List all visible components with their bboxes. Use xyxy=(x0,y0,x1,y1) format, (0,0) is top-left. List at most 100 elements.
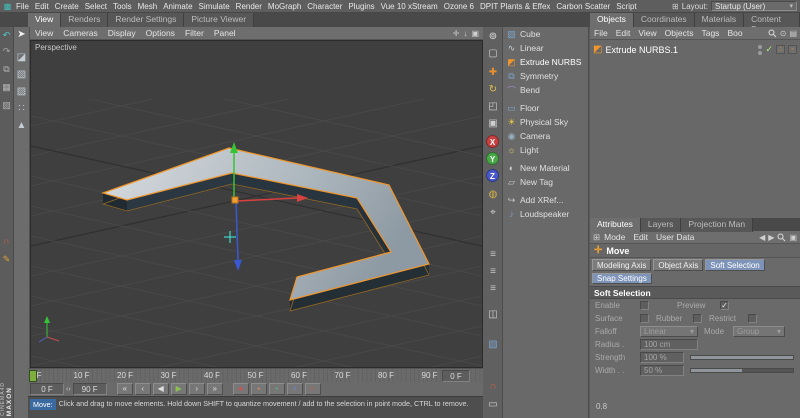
soft-selection-tab[interactable]: Soft Selection xyxy=(705,259,765,271)
tab-layers[interactable]: Layers xyxy=(640,218,682,232)
y-axis-lock-button[interactable]: Y xyxy=(486,152,499,165)
palette-item-floor[interactable]: ▭ Floor xyxy=(503,101,588,115)
model-mode-icon[interactable]: ▧ xyxy=(14,68,29,82)
rotate-tool-icon[interactable]: ↻ xyxy=(483,82,503,97)
keyframe-list-icon[interactable]: ≡ xyxy=(483,281,503,296)
attribute-menu-item[interactable]: Mode xyxy=(600,232,629,242)
goto-start-button[interactable]: « xyxy=(116,383,133,395)
record-position-button[interactable]: ▪ xyxy=(250,383,267,395)
object-name[interactable]: Extrude NURBS.1 xyxy=(605,45,678,55)
menu-item[interactable]: Plugins xyxy=(345,2,377,11)
object-manager-menu-item[interactable]: Boo xyxy=(723,28,746,38)
goto-end-button[interactable]: » xyxy=(206,383,223,395)
menu-item[interactable]: Create xyxy=(52,2,82,11)
tab-objects[interactable]: Objects xyxy=(590,13,634,27)
live-selection-icon[interactable]: ⊚ xyxy=(483,29,503,44)
scale-tool-icon[interactable]: ◰ xyxy=(483,99,503,114)
menu-item[interactable]: Animate xyxy=(160,2,195,11)
search-icon[interactable] xyxy=(777,233,786,242)
restrict-checkbox[interactable] xyxy=(748,314,757,323)
polygons-mode-icon[interactable]: ▲ xyxy=(14,119,29,133)
palette-item-loudspeaker[interactable]: ♪ Loudspeaker xyxy=(503,207,588,221)
radius-input[interactable]: 100 cm xyxy=(640,339,698,350)
filter-icon[interactable]: ▤ xyxy=(789,29,797,38)
forward-arrow-icon[interactable]: ▶ xyxy=(768,233,774,242)
tab-view[interactable]: View xyxy=(28,13,62,27)
attribute-menu-item[interactable]: Edit xyxy=(629,232,652,242)
viewport-menu-item[interactable]: Display xyxy=(103,28,141,38)
palette-item-light[interactable]: ☼ Light xyxy=(503,143,588,157)
menu-item[interactable]: Ozone 6 xyxy=(441,2,477,11)
object-row-extrude-nurbs[interactable]: ◩ Extrude NURBS.1 ✓ ∴ ◦ xyxy=(590,42,800,57)
record-button[interactable]: ● xyxy=(232,383,249,395)
back-arrow-icon[interactable]: ◀ xyxy=(759,233,765,242)
texture-mode-icon[interactable]: ▨ xyxy=(14,85,29,99)
palette-item-extrude-nurbs[interactable]: ◩ Extrude NURBS xyxy=(503,55,588,69)
palette-item-linear[interactable]: ∿ Linear xyxy=(503,41,588,55)
tag-icon[interactable]: ∴ xyxy=(776,45,785,54)
cube-icon[interactable]: ▧ xyxy=(483,337,503,352)
menu-item[interactable]: Edit xyxy=(32,2,52,11)
object-manager-menu-item[interactable]: Objects xyxy=(661,28,698,38)
enable-checkbox[interactable] xyxy=(640,301,649,310)
menu-item[interactable]: File xyxy=(13,2,32,11)
menu-item[interactable]: Mesh xyxy=(135,2,161,11)
keyframe-list-icon[interactable]: ≡ xyxy=(483,247,503,262)
tab-attributes[interactable]: Attributes xyxy=(590,218,641,232)
viewport[interactable]: Perspective xyxy=(30,40,483,368)
gizmo-center-handle[interactable] xyxy=(231,196,239,204)
palette-item-symmetry[interactable]: ⧉ Symmetry xyxy=(503,69,588,83)
menu-item[interactable]: Simulate xyxy=(196,2,233,11)
enabled-check-icon[interactable]: ✓ xyxy=(765,44,773,55)
tab-materials[interactable]: Materials xyxy=(694,13,745,27)
tab-projection-man[interactable]: Projection Man xyxy=(681,218,754,232)
object-manager-menu-item[interactable]: Tags xyxy=(697,28,723,38)
search-icon[interactable] xyxy=(768,29,777,38)
palette-item-cube[interactable]: ▧ Cube xyxy=(503,27,588,41)
layout-select[interactable]: Startup (User) ▾ xyxy=(711,1,797,11)
measure-icon[interactable]: ▭ xyxy=(483,397,503,412)
surface-checkbox[interactable] xyxy=(640,314,649,323)
viewport-view-label[interactable]: Perspective xyxy=(35,43,77,52)
menu-item[interactable]: Script xyxy=(613,2,639,11)
viewport-menu-item[interactable]: Options xyxy=(141,28,180,38)
viewport-menu-item[interactable]: View xyxy=(30,28,58,38)
current-frame-input[interactable]: 0 F xyxy=(30,383,64,395)
timeline-scrubber[interactable] xyxy=(29,370,37,382)
x-axis-lock-button[interactable]: X xyxy=(486,135,499,148)
move-tool-icon[interactable]: ✚ xyxy=(483,65,503,80)
strength-slider[interactable] xyxy=(690,355,794,360)
copy-icon[interactable]: ⧉ xyxy=(0,63,13,76)
move-view-icon[interactable]: ✛ xyxy=(453,29,460,38)
palette-item-new-tag[interactable]: ▱ New Tag xyxy=(503,175,588,189)
object-manager-menu-item[interactable]: File xyxy=(590,28,612,38)
viewport-menu-item[interactable]: Filter xyxy=(180,28,209,38)
display-filter-icon[interactable]: ◫ xyxy=(483,307,503,322)
play-button[interactable]: ▶ xyxy=(170,383,187,395)
menu-item[interactable]: Render xyxy=(233,2,265,11)
falloff-select[interactable]: Linear ▾ xyxy=(640,326,698,337)
next-frame-button[interactable]: › xyxy=(188,383,205,395)
record-scale-button[interactable]: ▪ xyxy=(268,383,285,395)
target-icon[interactable]: ⊙ xyxy=(780,29,787,38)
menu-item[interactable]: DPIT Plants & Effex xyxy=(477,2,553,11)
prev-frame-button[interactable]: ◀ xyxy=(152,383,169,395)
tab-coordinates[interactable]: Coordinates xyxy=(633,13,695,27)
tab-renders[interactable]: Renders xyxy=(61,13,109,27)
cursor-icon[interactable]: ➤ xyxy=(14,28,29,42)
points-mode-icon[interactable]: ∷ xyxy=(14,102,29,116)
viewport-canvas[interactable] xyxy=(31,41,482,367)
modeling-axis-tab[interactable]: Modeling Axis xyxy=(592,259,652,271)
layout-icon[interactable]: ⊞ xyxy=(672,2,679,11)
grid-icon[interactable]: ⊞ xyxy=(590,232,600,243)
preview-checkbox[interactable]: ✓ xyxy=(720,301,729,310)
tab-content-browser[interactable]: Content Browser xyxy=(744,13,800,34)
z-axis-lock-button[interactable]: Z xyxy=(486,169,499,182)
make-editable-icon[interactable]: ◪ xyxy=(14,51,29,65)
lock-icon[interactable]: ▣ xyxy=(789,233,797,242)
object-manager-menu-item[interactable]: Edit xyxy=(612,28,635,38)
object-axis-tab[interactable]: Object Axis xyxy=(653,259,704,271)
end-frame-input[interactable]: 90 F xyxy=(72,383,107,395)
y-axis-handle[interactable] xyxy=(230,142,238,153)
lock-icon[interactable]: ▣ xyxy=(483,116,503,131)
